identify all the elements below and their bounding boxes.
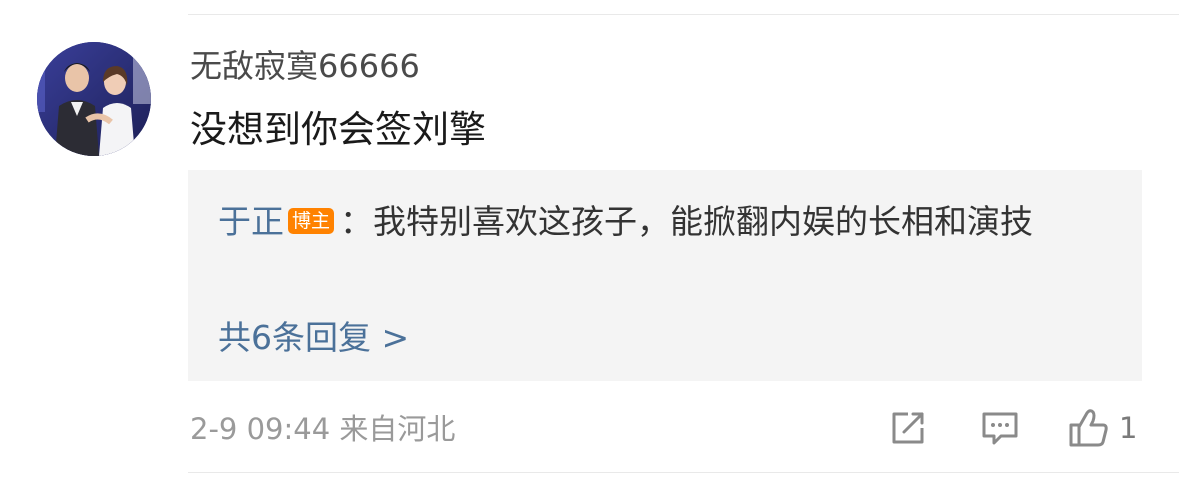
comment-username[interactable]: 无敌寂寞66666	[190, 44, 420, 88]
view-replies-link[interactable]: 共6条回复 >	[218, 316, 409, 360]
reply-author[interactable]: 于正	[218, 202, 284, 241]
thumbs-up-icon	[1069, 409, 1108, 447]
avatar-image	[37, 42, 151, 156]
repost-button[interactable]	[888, 406, 928, 450]
comment-button[interactable]	[979, 406, 1021, 450]
like-button[interactable]: 1	[1067, 406, 1137, 450]
comment-meta: 2-9 09:44 来自河北	[190, 412, 456, 446]
author-badge: 博主	[288, 208, 335, 234]
reply-line: 于正 博主 ：我特别喜欢这孩子，能掀翻内娱的长相和演技	[218, 194, 1118, 250]
like-count: 1	[1119, 411, 1138, 445]
comment-icon	[982, 412, 1018, 445]
reply-text: 我特别喜欢这孩子，能掀翻内娱的长相和演技	[373, 202, 1034, 241]
bottom-divider	[188, 472, 1179, 473]
comment-text: 没想到你会签刘擎	[190, 108, 486, 151]
reply-preview[interactable]: 于正 博主 ：我特别喜欢这孩子，能掀翻内娱的长相和演技 共6条回复 >	[188, 170, 1142, 381]
reply-separator: ：	[340, 202, 374, 241]
top-divider	[188, 14, 1179, 15]
avatar[interactable]	[37, 42, 151, 156]
repost-icon	[892, 412, 924, 444]
